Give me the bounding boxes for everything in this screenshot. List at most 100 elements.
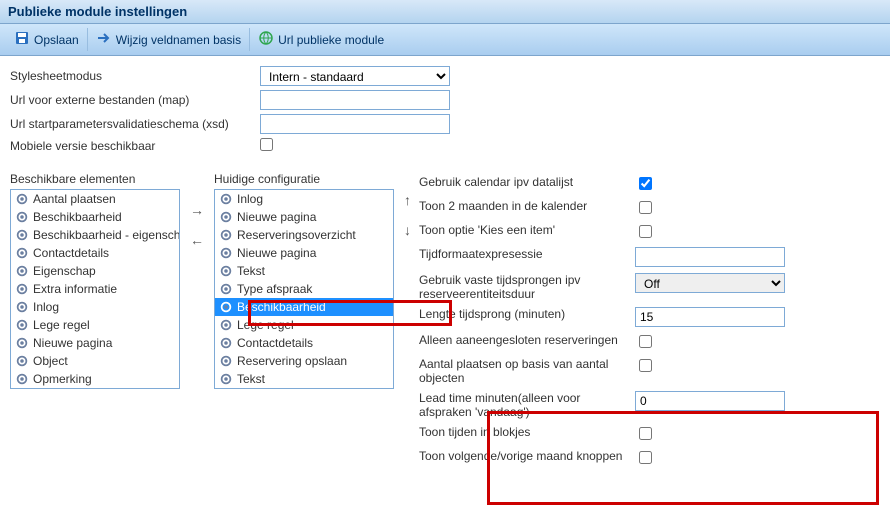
list-item-label: Beschikbaarheid (33, 210, 122, 224)
list-item-label: Eigenschap (33, 264, 96, 278)
list-item[interactable]: Lege regel (11, 316, 179, 334)
url-startparam-label: Url startparametersvalidatieschema (xsd) (10, 117, 260, 131)
toolbar: Opslaan Wijzig veldnamen basis Url publi… (0, 24, 890, 56)
list-item-label: Contactdetails (33, 246, 109, 260)
list-item[interactable]: Lege regel (215, 316, 393, 334)
move-up-button[interactable]: ↑ (404, 192, 411, 208)
list-item-label: Reserveringsoverzicht (237, 228, 356, 242)
toon-tijden-checkbox[interactable] (639, 427, 652, 440)
toon-volgende-checkbox[interactable] (639, 451, 652, 464)
list-item-label: Tekst (237, 372, 265, 386)
list-item[interactable]: Reserveringsoverzicht (215, 226, 393, 244)
gear-icon (15, 318, 29, 332)
show-kies-label: Toon optie 'Kies een item' (419, 223, 629, 237)
stylesheet-mode-label: Stylesheetmodus (10, 69, 260, 83)
list-item[interactable]: Tekst (215, 370, 393, 388)
move-down-button[interactable]: ↓ (404, 222, 411, 238)
list-item[interactable]: Nieuwe pagina (215, 244, 393, 262)
list-item[interactable]: Inlog (11, 298, 179, 316)
list-item[interactable]: Opmerking (11, 370, 179, 388)
show-two-months-checkbox[interactable] (639, 201, 652, 214)
list-item-label: Nieuwe pagina (33, 336, 112, 350)
window-title: Publieke module instellingen (0, 0, 890, 24)
show-two-months-label: Toon 2 maanden in de kalender (419, 199, 629, 213)
gear-icon (219, 228, 233, 242)
list-item[interactable]: Extra informatie (11, 280, 179, 298)
save-button[interactable]: Opslaan (6, 28, 88, 51)
aantal-plaatsen-checkbox[interactable] (639, 359, 652, 372)
aaneen-checkbox[interactable] (639, 335, 652, 348)
list-item-label: Inlog (237, 192, 263, 206)
stylesheet-mode-select[interactable]: Intern - standaard (260, 66, 450, 86)
gear-icon (15, 228, 29, 242)
list-item[interactable]: Object (11, 352, 179, 370)
move-left-button[interactable]: ← (190, 232, 204, 248)
url-external-input[interactable] (260, 90, 450, 110)
edit-fieldnames-button[interactable]: Wijzig veldnamen basis (88, 28, 250, 51)
gear-icon (15, 246, 29, 260)
gear-icon (219, 210, 233, 224)
list-item-label: Nieuwe pagina (237, 246, 316, 260)
gear-icon (219, 372, 233, 386)
list-item[interactable]: Beschikbaarheid - eigenschappen (11, 226, 179, 244)
aantal-plaatsen-label: Aantal plaatsen op basis van aantal obje… (419, 357, 629, 385)
vaste-tijd-select[interactable]: Off (635, 273, 785, 293)
mobile-checkbox[interactable] (260, 138, 273, 151)
gear-icon (219, 282, 233, 296)
list-item-label: Aantal plaatsen (33, 192, 116, 206)
save-label: Opslaan (34, 33, 79, 47)
use-calendar-label: Gebruik calendar ipv datalijst (419, 175, 629, 189)
gear-icon (15, 354, 29, 368)
lead-time-label: Lead time minuten(alleen voor afspraken … (419, 391, 629, 419)
lengte-input[interactable] (635, 307, 785, 327)
mobile-label: Mobiele versie beschikbaar (10, 139, 260, 153)
tijdformaat-input[interactable] (635, 247, 785, 267)
url-startparam-input[interactable] (260, 114, 450, 134)
tijdformaat-label: Tijdformaatexpresessie (419, 247, 629, 261)
list-item-label: Beschikbaarheid - eigenschappen (33, 228, 180, 242)
list-item[interactable]: Aantal plaatsen (11, 190, 179, 208)
list-item-label: Reservering opslaan (237, 354, 347, 368)
list-item[interactable]: Reservering opslaan (215, 352, 393, 370)
list-item-label: Lege regel (237, 318, 294, 332)
gear-icon (15, 336, 29, 350)
gear-icon (219, 264, 233, 278)
move-right-button[interactable]: → (190, 202, 204, 218)
save-icon (14, 30, 30, 49)
url-external-label: Url voor externe bestanden (map) (10, 93, 260, 107)
toon-volgende-label: Toon volgende/vorige maand knoppen (419, 449, 629, 463)
list-item-label: Nieuwe pagina (237, 210, 316, 224)
gear-icon (219, 336, 233, 350)
list-item[interactable]: Tekst (215, 262, 393, 280)
gear-icon (219, 246, 233, 260)
available-elements-listbox[interactable]: Aantal plaatsen Beschikbaarheid Beschikbaa… (10, 189, 180, 389)
use-calendar-checkbox[interactable] (639, 177, 652, 190)
list-item-label: Object (33, 354, 68, 368)
show-kies-checkbox[interactable] (639, 225, 652, 238)
list-item-label: Opmerking (33, 372, 92, 386)
aaneen-label: Alleen aaneengesloten reserveringen (419, 333, 629, 347)
list-item[interactable]: Beschikbaarheid (11, 208, 179, 226)
gear-icon (15, 264, 29, 278)
list-item-label: Contactdetails (237, 336, 313, 350)
list-item[interactable]: Type afspraak (215, 280, 393, 298)
gear-icon (219, 318, 233, 332)
lead-time-input[interactable] (635, 391, 785, 411)
list-item-label: Type afspraak (237, 282, 312, 296)
url-public-button[interactable]: Url publieke module (250, 28, 392, 51)
list-item[interactable]: Contactdetails (11, 244, 179, 262)
vaste-tijd-label: Gebruik vaste tijdsprongen ipv reserveer… (419, 273, 629, 301)
gear-icon (15, 210, 29, 224)
globe-icon (258, 30, 274, 49)
list-item[interactable]: Inlog (215, 190, 393, 208)
list-item[interactable]: Eigenschap (11, 262, 179, 280)
list-item[interactable]: Nieuwe pagina (215, 208, 393, 226)
arrow-right-icon (96, 30, 112, 49)
list-item[interactable]: Beschikbaarheid (215, 298, 393, 316)
current-config-label: Huidige configuratie (214, 172, 394, 186)
list-item[interactable]: Nieuwe pagina (11, 334, 179, 352)
list-item-label: Inlog (33, 300, 59, 314)
list-item[interactable]: Contactdetails (215, 334, 393, 352)
current-config-listbox[interactable]: Inlog Nieuwe pagina Reserveringsoverzicht N… (214, 189, 394, 389)
gear-icon (219, 354, 233, 368)
